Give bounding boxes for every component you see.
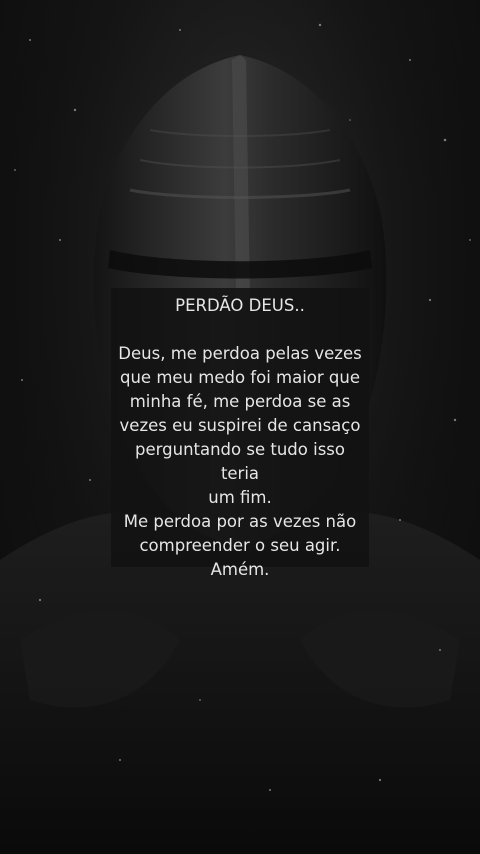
prayer-line: compreender o seu agir.: [139, 536, 341, 555]
wallpaper-scene: PERDÃO DEUS.. Deus, me perdoa pelas veze…: [0, 0, 480, 854]
prayer-line: que meu medo foi maior que: [120, 368, 360, 387]
prayer-title: PERDÃO DEUS..: [175, 296, 305, 315]
prayer-line: perguntando se tudo isso teria: [135, 440, 345, 483]
prayer-line: vezes eu suspirei de cansaço: [119, 416, 361, 435]
prayer-line: Me perdoa por as vezes não: [123, 512, 357, 531]
prayer-line: minha fé, me perdoa se as: [129, 392, 351, 411]
prayer-text-card: PERDÃO DEUS.. Deus, me perdoa pelas veze…: [111, 288, 369, 579]
prayer-line: Amém.: [210, 560, 270, 579]
prayer-line: um fim.: [208, 488, 272, 507]
prayer-line: Deus, me perdoa pelas vezes: [118, 344, 362, 363]
